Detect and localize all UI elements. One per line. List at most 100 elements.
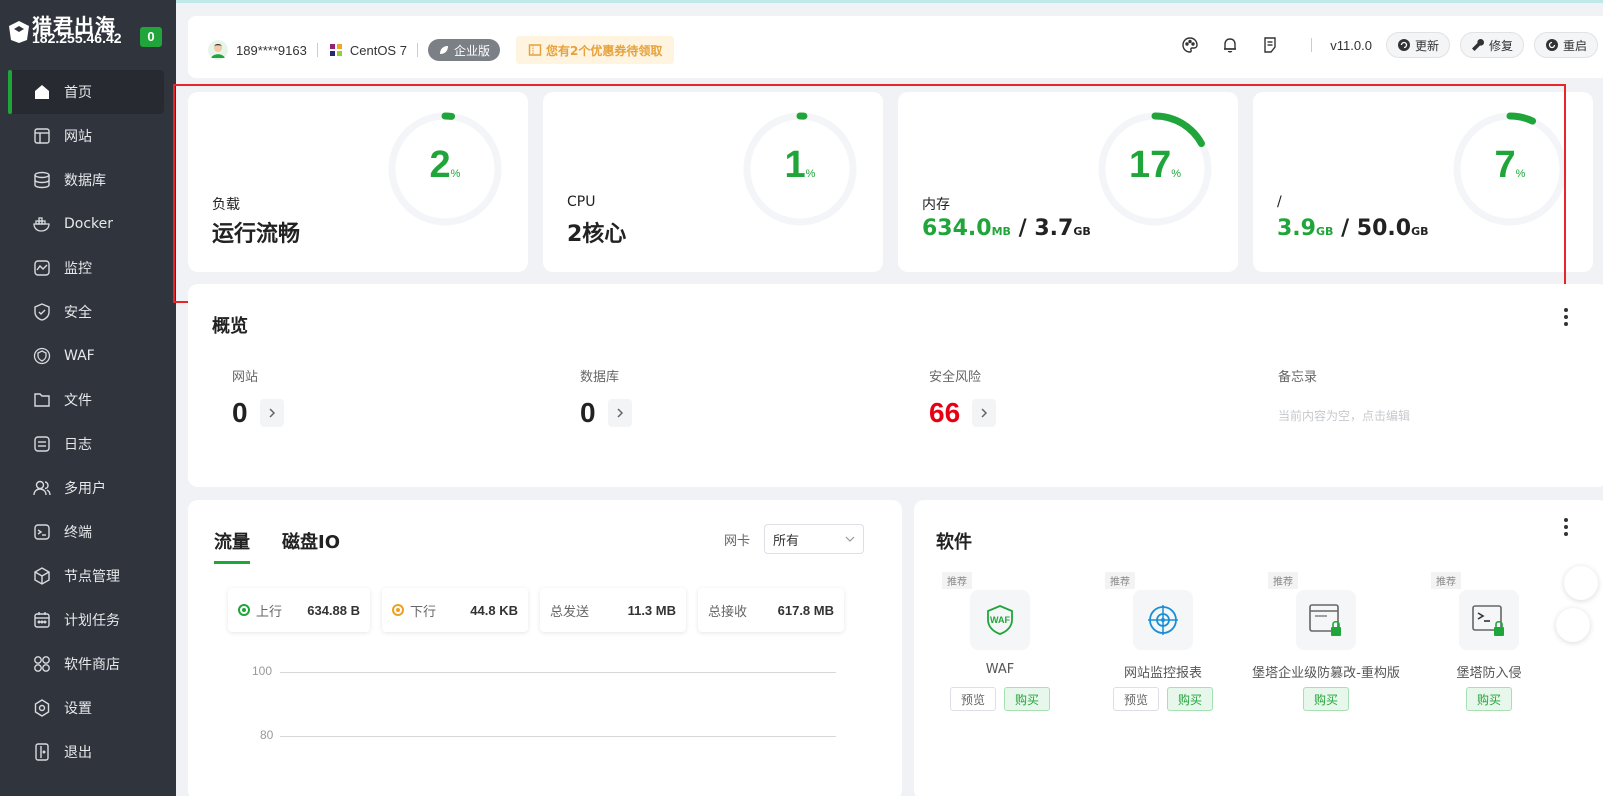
sidebar-item-cron[interactable]: 计划任务 bbox=[0, 598, 176, 642]
notes-icon[interactable] bbox=[1261, 36, 1279, 54]
software-panel: 软件 推荐 WAF WAF 预览 购买 推荐 网站监控报表 预览 购买 推荐 堡… bbox=[914, 500, 1603, 796]
chevron-right-icon bbox=[269, 408, 275, 418]
sidebar-item-home[interactable]: 首页 bbox=[8, 70, 164, 114]
sidebar-item-logout[interactable]: 退出 bbox=[0, 730, 176, 774]
edition-badge[interactable]: 企业版 bbox=[427, 39, 500, 61]
gear-icon bbox=[34, 699, 50, 717]
tab-disk-io[interactable]: 磁盘IO bbox=[282, 528, 340, 564]
software-name: 堡塔企业级防篡改-重构版 bbox=[1252, 666, 1400, 681]
traffic-tabs: 流量 磁盘IO bbox=[214, 528, 372, 564]
nic-filter: 网卡 所有 bbox=[724, 524, 864, 554]
database-detail-button[interactable] bbox=[607, 399, 632, 427]
more-icon[interactable] bbox=[1564, 308, 1568, 326]
update-button[interactable]: 更新 bbox=[1385, 32, 1450, 58]
coupon-text: 您有2个优惠券待领取 bbox=[545, 43, 663, 58]
recommend-tag: 推荐 bbox=[1431, 572, 1461, 589]
coupon-notice[interactable]: 您有2个优惠券待领取 bbox=[515, 36, 675, 64]
software-icon-tile[interactable]: WAF bbox=[970, 590, 1030, 650]
memo-placeholder[interactable]: 当前内容为空，点击编辑 bbox=[1278, 407, 1410, 424]
software-icon-tile[interactable] bbox=[1459, 590, 1519, 650]
software-icon-tile[interactable] bbox=[1133, 590, 1193, 650]
buy-button[interactable]: 购买 bbox=[1004, 687, 1051, 711]
load-card[interactable]: 2% 负载 运行流畅 bbox=[188, 92, 528, 272]
software-actions: 预览 购买 bbox=[1077, 687, 1249, 711]
cpu-label: CPU bbox=[567, 194, 596, 210]
upload-label: 上行 bbox=[256, 604, 283, 620]
website-count: 0 bbox=[232, 397, 248, 428]
overview-memo[interactable]: 备忘录 当前内容为空，点击编辑 bbox=[1278, 366, 1410, 424]
sidebar-item-docker[interactable]: Docker bbox=[0, 202, 176, 246]
sidebar-item-label: 日志 bbox=[64, 437, 92, 453]
y-axis-tick: 100 bbox=[252, 664, 273, 678]
theme-palette-icon[interactable] bbox=[1181, 36, 1199, 54]
divider bbox=[1311, 38, 1313, 52]
chevron-right-icon bbox=[617, 408, 623, 418]
recommend-tag: 推荐 bbox=[1268, 572, 1298, 589]
memory-used: 634.0 bbox=[922, 216, 992, 241]
sidebar-item-waf[interactable]: WAF bbox=[0, 334, 176, 378]
preview-button[interactable]: 预览 bbox=[949, 687, 996, 711]
buy-button[interactable]: 购买 bbox=[1465, 687, 1512, 711]
restart-button[interactable]: 重启 bbox=[1533, 32, 1598, 58]
sidebar-item-files[interactable]: 文件 bbox=[0, 378, 176, 422]
header-actions: v11.0.0 更新 修复 重启 bbox=[1181, 32, 1603, 58]
waf-shield-icon: WAF bbox=[987, 605, 1013, 635]
sidebar-item-security[interactable]: 安全 bbox=[0, 290, 176, 334]
monitor-icon bbox=[34, 260, 50, 276]
sidebar-item-label: 多用户 bbox=[64, 481, 106, 497]
nic-selected-value: 所有 bbox=[773, 533, 800, 549]
risk-detail-button[interactable] bbox=[972, 399, 997, 427]
cpu-percent-value: 1 bbox=[784, 144, 806, 186]
buy-button[interactable]: 购买 bbox=[1167, 687, 1214, 711]
leaf-icon bbox=[439, 46, 448, 54]
floating-action-button[interactable] bbox=[1556, 608, 1590, 642]
recommend-tag: 推荐 bbox=[942, 572, 972, 589]
disk-percent-value: 7 bbox=[1494, 144, 1516, 186]
upload-dot-icon bbox=[238, 604, 250, 616]
top-header: 189****9163 CentOS 7 企业版 您有2个优惠券待领取 v11.… bbox=[188, 16, 1603, 78]
intrusion-prevention-icon bbox=[1472, 605, 1504, 636]
restart-icon bbox=[1545, 39, 1558, 51]
floating-action-button[interactable] bbox=[1564, 566, 1598, 600]
user-phone[interactable]: 189****9163 bbox=[236, 43, 307, 58]
sidebar-item-label: 首页 bbox=[64, 85, 92, 101]
bell-icon[interactable] bbox=[1221, 36, 1239, 54]
disk-card[interactable]: 7% / 3.9GB / 50.0GB bbox=[1253, 92, 1593, 272]
download-label: 下行 bbox=[410, 604, 437, 620]
sidebar-item-database[interactable]: 数据库 bbox=[0, 158, 176, 202]
nic-select[interactable]: 所有 bbox=[764, 524, 864, 554]
sidebar-item-terminal[interactable]: 终端 bbox=[0, 510, 176, 554]
waf-icon bbox=[33, 347, 51, 365]
buy-button[interactable]: 购买 bbox=[1302, 687, 1349, 711]
sidebar-item-website[interactable]: 网站 bbox=[0, 114, 176, 158]
sidebar-item-logs[interactable]: 日志 bbox=[0, 422, 176, 466]
repair-button[interactable]: 修复 bbox=[1459, 32, 1524, 58]
disk-total: 50.0 bbox=[1356, 216, 1412, 241]
update-label: 更新 bbox=[1414, 38, 1439, 53]
more-icon[interactable] bbox=[1564, 518, 1568, 536]
website-detail-button[interactable] bbox=[259, 399, 284, 427]
message-count-badge[interactable]: 0 bbox=[140, 27, 162, 47]
download-dot-icon bbox=[392, 604, 404, 616]
cpu-percent: 1% bbox=[741, 144, 859, 187]
sidebar-item-settings[interactable]: 设置 bbox=[0, 686, 176, 730]
sidebar-item-store[interactable]: 软件商店 bbox=[0, 642, 176, 686]
memory-card[interactable]: 17% 内存 634.0MB / 3.7GB bbox=[898, 92, 1238, 272]
sidebar-item-users[interactable]: 多用户 bbox=[0, 466, 176, 510]
preview-button[interactable]: 预览 bbox=[1112, 687, 1159, 711]
sidebar-item-label: 设置 bbox=[64, 701, 92, 717]
tab-traffic[interactable]: 流量 bbox=[214, 528, 250, 564]
download-value: 44.8 KB bbox=[470, 602, 518, 618]
home-icon bbox=[35, 85, 49, 99]
software-icon-tile[interactable] bbox=[1296, 590, 1356, 650]
sidebar-nav: 首页 网站 数据库 Docker 监控 安全 WAF 文件 日志 多用户 终端 … bbox=[0, 70, 176, 774]
overview-label: 数据库 bbox=[580, 370, 620, 385]
sidebar-item-nodes[interactable]: 节点管理 bbox=[0, 554, 176, 598]
cpu-card[interactable]: 1% CPU 2核心 bbox=[543, 92, 883, 272]
software-actions: 购买 bbox=[1240, 687, 1412, 711]
software-actions: 预览 购买 bbox=[914, 687, 1086, 711]
sidebar-item-monitor[interactable]: 监控 bbox=[0, 246, 176, 290]
overview-label: 备忘录 bbox=[1278, 370, 1318, 385]
avatar[interactable] bbox=[208, 40, 228, 60]
software-actions: 购买 bbox=[1403, 687, 1575, 711]
